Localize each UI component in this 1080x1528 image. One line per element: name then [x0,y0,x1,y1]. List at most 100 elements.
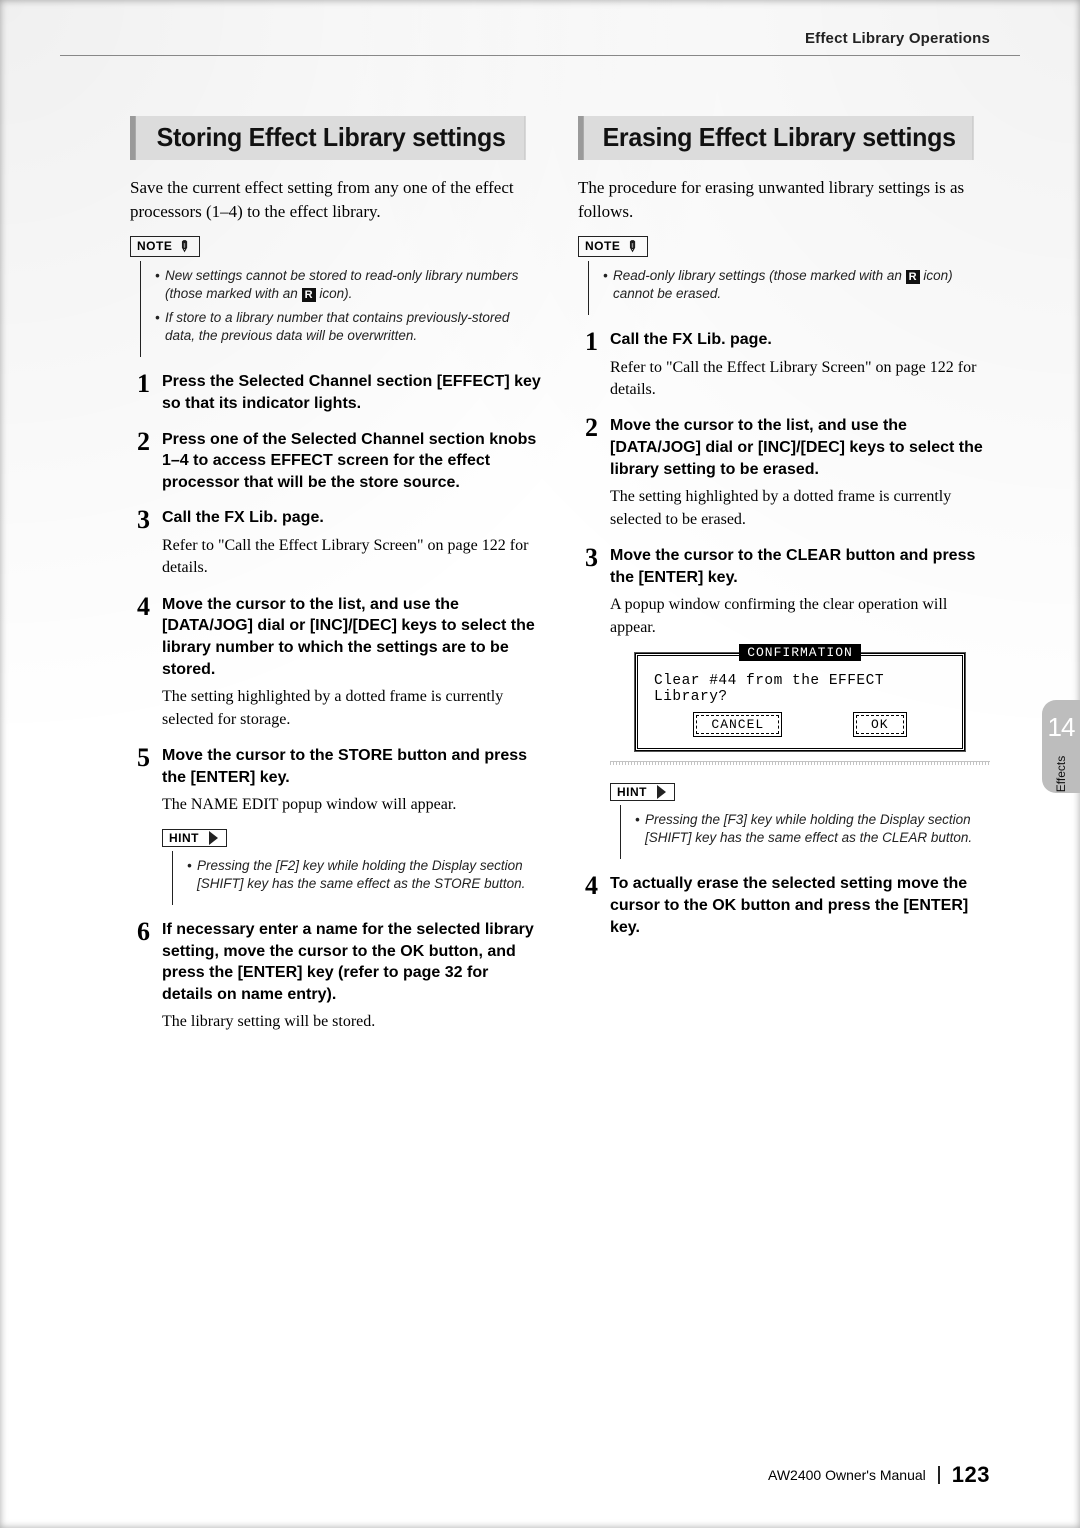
step-text: The setting highlighted by a dotted fram… [162,686,542,731]
section-title-storing: Storing Effect Library settings [130,116,526,160]
step-text: Refer to "Call the Effect Library Screen… [162,535,542,580]
note-item: If store to a library number that contai… [155,309,542,345]
confirmation-dialog: CONFIRMATION Clear #44 from the EFFECT L… [635,653,965,751]
hint-text: Pressing the [F2] key while holding the … [187,857,542,893]
step-head: Call the FX Lib. page. [610,329,990,351]
hint-block-left: HINT Pressing the [F2] key while holding… [162,829,542,905]
steps-right: 1 Call the FX Lib. page. Refer to "Call … [578,329,990,938]
running-head: Effect Library Operations [60,30,1020,47]
note-flag-left: NOTE ✎ [130,236,200,257]
step-head: If necessary enter a name for the select… [162,919,542,1005]
step: 3 Move the cursor to the CLEAR button an… [578,545,990,859]
step-head: Move the cursor to the list, and use the… [162,594,542,680]
step: 6 If necessary enter a name for the sele… [130,919,542,1034]
step-head: Move the cursor to the list, and use the… [610,415,990,480]
step-head: Press one of the Selected Channel sectio… [162,429,542,494]
hint-text: Pressing the [F3] key while holding the … [635,811,990,847]
step: 1 Press the Selected Channel section [EF… [130,371,542,414]
step: 2 Press one of the Selected Channel sect… [130,429,542,494]
column-right: Erasing Effect Library settings The proc… [578,116,1020,1462]
step-body: Move the cursor to the list, and use the… [162,594,542,731]
step-number: 6 [130,919,150,945]
hint-body-right: Pressing the [F3] key while holding the … [620,805,990,859]
step: 4 To actually erase the selected setting… [578,873,990,938]
side-tab-label: Effects [1054,756,1068,792]
step-body: If necessary enter a name for the select… [162,919,542,1034]
footer-divider [938,1466,940,1484]
side-tab-number: 14 [1048,712,1075,743]
note-body-right: Read-only library settings (those marked… [588,261,990,315]
step-text: The setting highlighted by a dotted fram… [610,486,990,531]
header-rule [60,55,1020,56]
hint-label: HINT [169,831,199,845]
step-body: Call the FX Lib. page. Refer to "Call th… [610,329,990,401]
note-flag-right: NOTE ✎ [578,236,648,257]
pencil-icon: ✎ [174,236,195,257]
step-number: 2 [130,429,150,455]
step-text: The NAME EDIT popup window will appear. [162,794,542,816]
step-head: Move the cursor to the CLEAR button and … [610,545,990,588]
page-number: 123 [952,1462,990,1488]
step-body: Move the cursor to the STORE button and … [162,745,542,905]
hint-label: HINT [617,785,647,799]
note-item: Read-only library settings (those marked… [603,267,990,303]
footer: AW2400 Owner's Manual 123 [60,1462,1020,1488]
step-body: Move the cursor to the CLEAR button and … [610,545,990,859]
readonly-icon: R [302,288,316,302]
intro-right: The procedure for erasing unwanted libra… [578,176,990,224]
step: 3 Call the FX Lib. page. Refer to "Call … [130,507,542,579]
step-body: Press the Selected Channel section [EFFE… [162,371,542,414]
note-text: icon). [319,286,352,301]
note-label: NOTE [137,239,172,253]
note-text: Read-only library settings (those marked… [613,268,906,283]
step-number: 2 [578,415,598,441]
step-head: Call the FX Lib. page. [162,507,542,529]
hint-flag-right: HINT [610,783,675,801]
step-head: Move the cursor to the STORE button and … [162,745,542,788]
steps-left: 1 Press the Selected Channel section [EF… [130,371,542,1033]
step: 1 Call the FX Lib. page. Refer to "Call … [578,329,990,401]
column-left: Storing Effect Library settings Save the… [60,116,542,1462]
step-body: Call the FX Lib. page. Refer to "Call th… [162,507,542,579]
page: Effect Library Operations Storing Effect… [0,0,1080,1528]
step-body: To actually erase the selected setting m… [610,873,990,938]
step-head: Press the Selected Channel section [EFFE… [162,371,542,414]
step-text: A popup window confirming the clear oper… [610,594,990,639]
side-tab-pill: 14 Effects [1042,700,1080,793]
note-item: New settings cannot be stored to read-on… [155,267,542,303]
step: 5 Move the cursor to the STORE button an… [130,745,542,905]
hint-flag-left: HINT [162,829,227,847]
step-text: The library setting will be stored. [162,1011,542,1033]
note-body-left: New settings cannot be stored to read-on… [140,261,542,358]
dialog-bottom-rule [610,761,990,765]
content-columns: Storing Effect Library settings Save the… [60,116,1020,1462]
step: 2 Move the cursor to the list, and use t… [578,415,990,531]
dialog-button-row: CANCEL OK [638,709,962,736]
step-number: 5 [130,745,150,771]
step-head: To actually erase the selected setting m… [610,873,990,938]
step-number: 1 [130,371,150,397]
note-block-right: NOTE ✎ Read-only library settings (those… [578,236,990,315]
step: 4 Move the cursor to the list, and use t… [130,594,542,731]
note-block-left: NOTE ✎ New settings cannot be stored to … [130,236,542,358]
step-text: Refer to "Call the Effect Library Screen… [610,357,990,402]
hint-body-left: Pressing the [F2] key while holding the … [172,851,542,905]
hint-block-right: HINT Pressing the [F3] key while holding… [610,783,990,859]
step-number: 4 [130,594,150,620]
step-body: Move the cursor to the list, and use the… [610,415,990,531]
dialog-title: CONFIRMATION [739,644,861,661]
side-tab: 14 Effects [1042,700,1080,793]
dialog-ok-button[interactable]: OK [856,715,904,734]
step-number: 1 [578,329,598,355]
dialog-message: Clear #44 from the EFFECT Library? [638,663,962,709]
hint-arrow-icon [657,785,666,799]
dialog-cancel-button[interactable]: CANCEL [696,715,779,734]
step-body: Press one of the Selected Channel sectio… [162,429,542,494]
hint-arrow-icon [209,831,218,845]
section-title-erasing: Erasing Effect Library settings [578,116,974,160]
step-number: 3 [130,507,150,533]
footer-book-title: AW2400 Owner's Manual [768,1467,926,1483]
step-number: 3 [578,545,598,571]
step-number: 4 [578,873,598,899]
readonly-icon: R [906,270,920,284]
